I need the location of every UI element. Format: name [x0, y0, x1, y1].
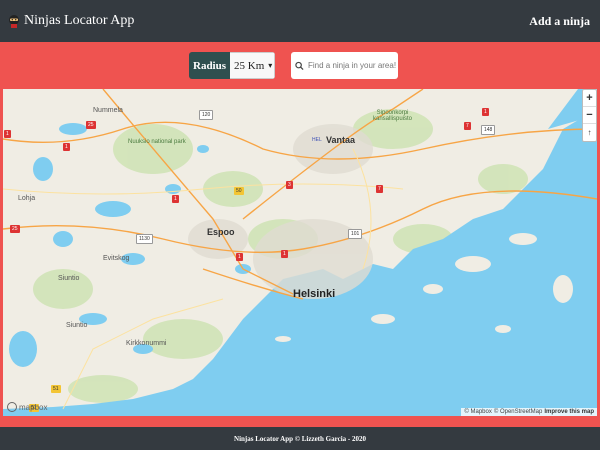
radius-group: Radius 25 Km ▾ [189, 52, 276, 79]
footer: Ninjas Locator App © Lizzeth Garcia - 20… [0, 427, 600, 450]
road-shield: 1 [236, 253, 243, 261]
radius-label: Radius [189, 52, 231, 79]
mapbox-attribution-link[interactable]: © Mapbox [464, 409, 491, 415]
place-label-siuntio-1: Siuntio [58, 275, 80, 282]
place-label-lohja: Lohja [18, 195, 36, 202]
road-shield: 7 [464, 122, 471, 130]
road-shield: 1 [482, 108, 489, 116]
zoom-controls: + − ↑ [582, 89, 597, 142]
improve-map-link[interactable]: Improve this map [544, 409, 594, 415]
brand-text: Ninjas Locator App [24, 13, 135, 28]
road-shield: 25 [10, 225, 20, 233]
place-label-vantaa: Vantaa [326, 135, 356, 145]
road-shield: 50 [234, 187, 244, 195]
place-label-sipoonkorpi-line2: kansallispuisto [373, 116, 413, 122]
zoom-out-button[interactable]: − [583, 107, 596, 124]
road-shield: 51 [51, 385, 61, 393]
mapbox-logo-icon [7, 402, 17, 412]
road-shield: 1 [4, 130, 11, 138]
place-label-siuntio-2: Siuntio [66, 322, 88, 329]
footer-text: Ninjas Locator App © Lizzeth Garcia - 20… [234, 434, 366, 443]
osm-attribution-link[interactable]: © OpenStreetMap [494, 409, 542, 415]
map-basemap [3, 89, 597, 416]
navbar: Ninjas Locator App Add a ninja [0, 0, 600, 42]
mapbox-logo[interactable]: mapbox [7, 402, 47, 412]
road-shield: 101 [348, 229, 363, 239]
place-label-hel: HEL [312, 137, 322, 143]
radius-select[interactable]: 25 Km ▾ [230, 52, 276, 79]
mapbox-logo-text: mapbox [19, 402, 48, 412]
road-shield: 1 [281, 250, 288, 258]
road-shield: 1 [172, 195, 179, 203]
place-label-espoo: Espoo [207, 227, 235, 237]
search-input[interactable] [308, 61, 398, 70]
radius-value: 25 Km [234, 59, 265, 72]
road-shield: 25 [86, 121, 96, 129]
add-ninja-link[interactable]: Add a ninja [529, 14, 590, 29]
road-shield: 1 [63, 143, 70, 151]
search-icon [295, 61, 304, 70]
ninja-icon [9, 15, 19, 28]
road-shield: 120 [199, 110, 214, 120]
chevron-down-icon: ▾ [268, 61, 273, 70]
place-label-nummela: Nummela [93, 107, 123, 114]
brand[interactable]: Ninjas Locator App [8, 13, 134, 29]
place-label-evitskog: Evitskog [103, 255, 130, 262]
map-attribution: © Mapbox © OpenStreetMap Improve this ma… [461, 408, 597, 416]
road-shield: 7 [376, 185, 383, 193]
place-label-helsinki: Helsinki [293, 288, 336, 300]
controls-bar: Radius 25 Km ▾ [0, 52, 600, 80]
place-label-kirkkonummi: Kirkkonummi [126, 340, 167, 347]
road-shield: 3 [286, 181, 293, 189]
zoom-in-button[interactable]: + [583, 90, 596, 107]
road-shield: 1130 [136, 234, 153, 244]
map[interactable]: Nummela Nuuksio national park Vantaa HEL… [3, 89, 597, 416]
place-label-nuuksio: Nuuksio national park [128, 139, 186, 145]
place-label-sipoonkorpi: Sipoonkorpi kansallispuisto [373, 110, 412, 122]
compass-button[interactable]: ↑ [583, 124, 596, 141]
search-box [291, 52, 398, 79]
road-shield: 148 [481, 125, 496, 135]
